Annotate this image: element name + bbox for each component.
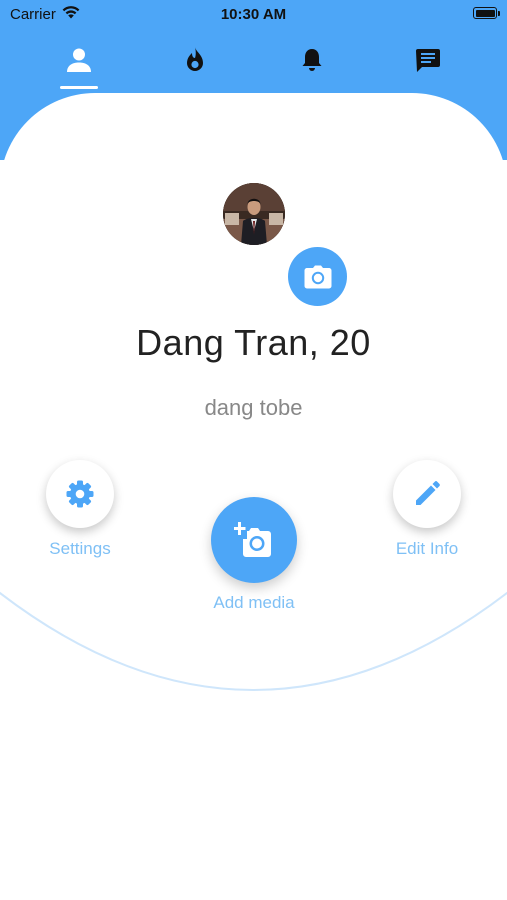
profile-screen: Carrier 10:30 AM Dang Tran, 20 dang tobe… bbox=[0, 0, 507, 900]
avatar[interactable] bbox=[223, 183, 285, 245]
bell-icon bbox=[302, 49, 322, 71]
add-media-button[interactable] bbox=[211, 497, 297, 583]
avatar-photo bbox=[223, 183, 285, 245]
camera-icon bbox=[304, 265, 331, 288]
change-photo-button[interactable] bbox=[288, 247, 347, 306]
tab-messages[interactable] bbox=[398, 40, 458, 80]
edit-info-label[interactable]: Edit Info bbox=[367, 539, 487, 559]
chat-icon bbox=[416, 49, 440, 72]
edit-info-button[interactable] bbox=[393, 460, 461, 528]
settings-button[interactable] bbox=[46, 460, 114, 528]
gear-icon bbox=[66, 480, 94, 508]
status-bar: Carrier 10:30 AM bbox=[0, 0, 507, 30]
add-photo-icon bbox=[234, 522, 271, 557]
status-time: 10:30 AM bbox=[220, 6, 287, 23]
settings-label[interactable]: Settings bbox=[20, 539, 140, 559]
tab-notifications[interactable] bbox=[282, 40, 342, 80]
battery-tip bbox=[498, 11, 500, 16]
person-icon bbox=[67, 48, 91, 72]
battery-icon bbox=[473, 7, 497, 19]
tab-discover[interactable] bbox=[165, 40, 225, 80]
profile-bio: dang tobe bbox=[204, 395, 303, 420]
pencil-icon bbox=[416, 481, 440, 505]
active-tab-indicator bbox=[60, 86, 98, 89]
add-media-label[interactable]: Add media bbox=[174, 593, 334, 613]
flame-icon bbox=[187, 47, 203, 71]
tab-profile[interactable] bbox=[49, 40, 109, 80]
profile-name: Dang Tran, 20 bbox=[136, 322, 371, 363]
